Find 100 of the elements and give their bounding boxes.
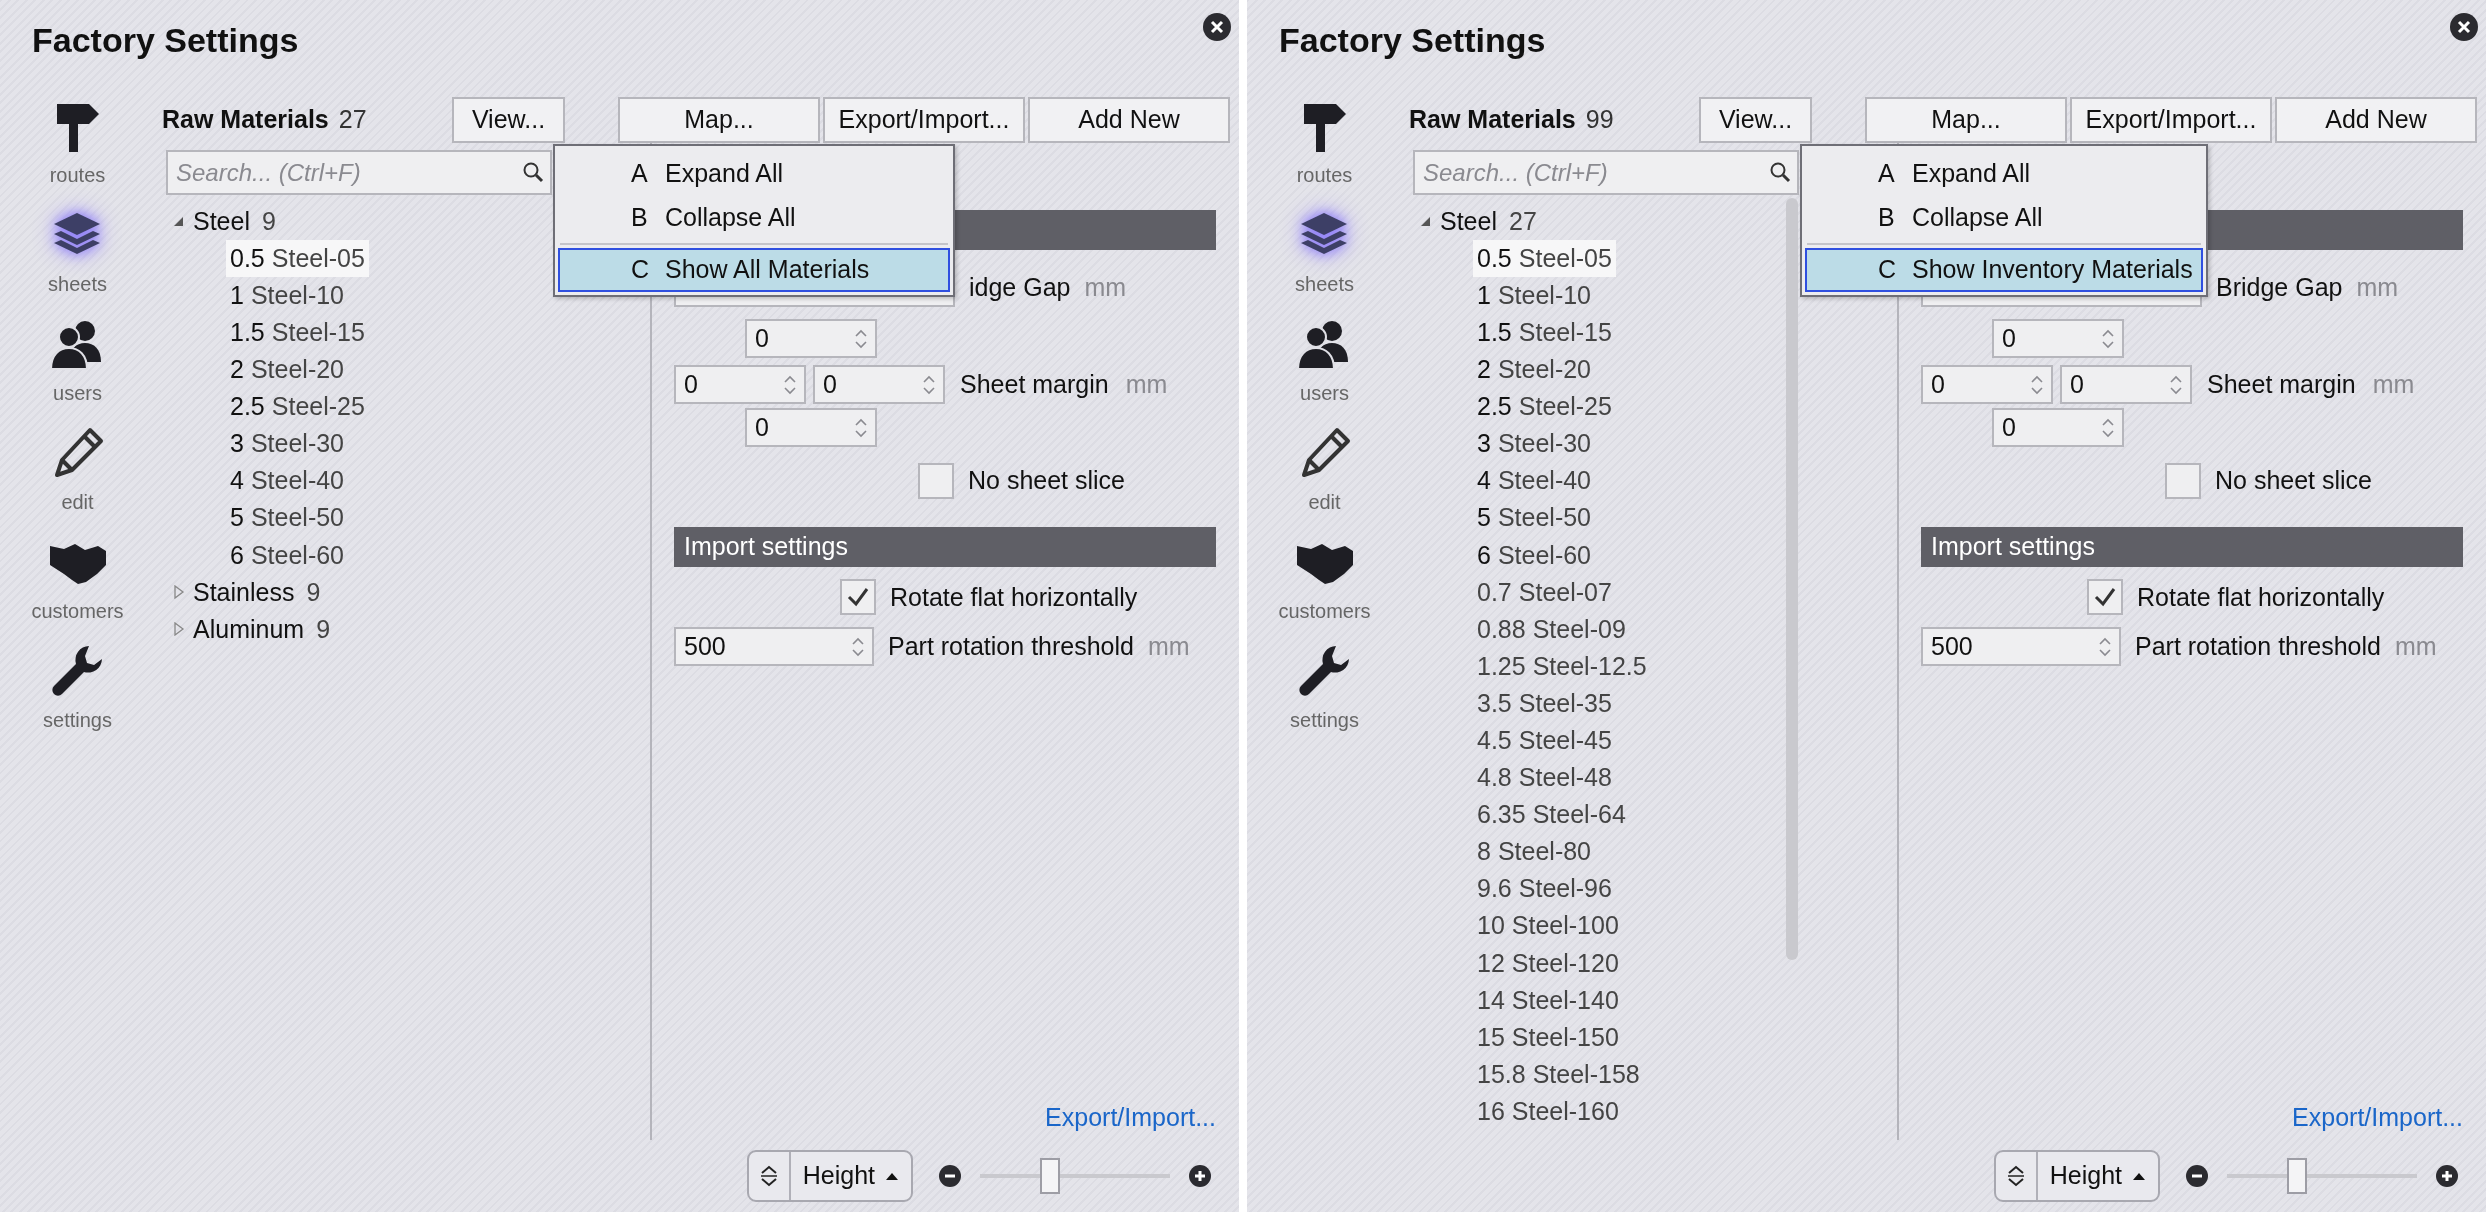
tree-item[interactable]: 16 Steel-160 (1473, 1093, 1623, 1131)
tree-item[interactable]: 3 Steel-30 (226, 425, 349, 463)
spin-arrows-icon[interactable] (2100, 327, 2116, 350)
menu-item[interactable]: C Show Inventory Materials (1805, 248, 2203, 292)
nav-item[interactable]: customers (1259, 534, 1390, 643)
number-spinner[interactable]: 500 (674, 627, 874, 666)
tree-item[interactable]: 1.5 Steel-15 (1473, 314, 1616, 352)
menu-item[interactable]: B Collapse All (1805, 196, 2203, 240)
nav-item[interactable]: routes (1259, 98, 1390, 207)
tree-item[interactable]: 4.8 Steel-48 (1473, 759, 1616, 797)
tree-item[interactable]: 0.88 Steel-09 (1473, 610, 1630, 648)
slider-thumb[interactable] (1039, 1158, 1060, 1194)
number-spinner[interactable]: 0 (1921, 365, 2053, 404)
zoom-in-icon[interactable] (2436, 1165, 2458, 1187)
export-import-link[interactable]: Export/Import... (1045, 1098, 1216, 1136)
tree-item[interactable]: 6 Steel-60 (226, 536, 349, 574)
tree-item[interactable]: 15 Steel-150 (1473, 1018, 1623, 1056)
nav-item[interactable]: sheets (12, 207, 143, 316)
sort-dropdown[interactable]: Height (746, 1150, 913, 1202)
tree-item[interactable]: 9.6 Steel-96 (1473, 870, 1616, 908)
menu-item[interactable]: A Expand All (558, 152, 950, 196)
tree-item[interactable]: 3.5 Steel-35 (1473, 685, 1616, 723)
checkbox[interactable] (918, 462, 954, 499)
close-icon[interactable] (2450, 13, 2478, 41)
menu-item[interactable]: C Show All Materials (558, 248, 950, 292)
number-spinner[interactable]: 0 (745, 408, 877, 447)
tree-item[interactable]: 5 Steel-50 (1473, 499, 1596, 537)
search-field[interactable]: Search... (Ctrl+F) (166, 150, 552, 195)
toolbar-button[interactable]: Add New (1028, 97, 1230, 143)
menu-item[interactable]: A Expand All (1805, 152, 2203, 196)
search-icon[interactable] (522, 161, 544, 183)
spin-arrows-icon[interactable] (850, 635, 866, 658)
number-spinner[interactable]: 0 (674, 365, 806, 404)
nav-item[interactable]: customers (12, 534, 143, 643)
tree-group[interactable]: Steel 27 (1409, 203, 1537, 240)
tree-item[interactable]: 8 Steel-80 (1473, 833, 1596, 871)
tree-item[interactable]: 6.35 Steel-64 (1473, 796, 1630, 834)
toolbar-button[interactable]: Add New (2275, 97, 2477, 143)
tree-item[interactable]: 5 Steel-50 (226, 499, 349, 537)
nav-item[interactable]: sheets (1259, 207, 1390, 316)
spin-arrows-icon[interactable] (921, 373, 937, 396)
tree-group[interactable]: Aluminum 9 (162, 610, 331, 648)
close-icon[interactable] (1203, 13, 1231, 41)
number-spinner[interactable]: 0 (2060, 365, 2192, 404)
tree-item[interactable]: 4.5 Steel-45 (1473, 722, 1616, 760)
tree-item[interactable]: 3 Steel-30 (1473, 425, 1596, 463)
tree-item[interactable]: 0.7 Steel-07 (1473, 573, 1616, 611)
tree-item[interactable]: 15.8 Steel-158 (1473, 1056, 1644, 1094)
number-spinner[interactable]: 0 (745, 319, 877, 358)
spin-arrows-icon[interactable] (782, 373, 798, 396)
tree-item[interactable]: 1 Steel-10 (226, 277, 349, 315)
spin-arrows-icon[interactable] (2168, 373, 2184, 396)
tree-item[interactable]: 4 Steel-40 (226, 462, 349, 500)
number-spinner[interactable]: 500 (1921, 627, 2121, 666)
tree-item[interactable]: 4 Steel-40 (1473, 462, 1596, 500)
tree-item[interactable]: 2 Steel-20 (1473, 351, 1596, 389)
toolbar-button[interactable]: Map... (1865, 97, 2067, 143)
spin-arrows-icon[interactable] (2100, 416, 2116, 439)
expanded-triangle-icon[interactable] (1419, 215, 1432, 228)
checkbox[interactable] (2165, 462, 2201, 499)
spin-arrows-icon[interactable] (853, 416, 869, 439)
spin-arrows-icon[interactable] (853, 327, 869, 350)
search-icon[interactable] (1769, 161, 1791, 183)
tree-item[interactable]: 1 Steel-10 (1473, 277, 1596, 315)
slider-thumb[interactable] (2286, 1158, 2307, 1194)
tree-item[interactable]: 14 Steel-140 (1473, 981, 1623, 1019)
nav-item[interactable]: users (1259, 316, 1390, 425)
checkbox[interactable] (2087, 579, 2123, 616)
number-spinner[interactable]: 0 (813, 365, 945, 404)
tree-item[interactable]: 2.5 Steel-25 (1473, 388, 1616, 426)
tree-item[interactable]: 1.5 Steel-15 (226, 314, 369, 352)
view-button[interactable]: View... (452, 97, 565, 143)
zoom-out-icon[interactable] (2186, 1165, 2208, 1187)
nav-item[interactable]: settings (1259, 643, 1390, 752)
nav-item[interactable]: users (12, 316, 143, 425)
menu-item[interactable]: B Collapse All (558, 196, 950, 240)
export-import-link[interactable]: Export/Import... (2292, 1098, 2463, 1136)
collapsed-triangle-icon[interactable] (172, 622, 185, 637)
toolbar-button[interactable]: Export/Import... (2070, 97, 2272, 143)
spin-arrows-icon[interactable] (2029, 373, 2045, 396)
nav-item[interactable]: settings (12, 643, 143, 752)
toolbar-button[interactable]: Map... (618, 97, 820, 143)
sort-dropdown[interactable]: Height (1993, 1150, 2160, 1202)
view-button[interactable]: View... (1699, 97, 1812, 143)
tree-item[interactable]: 6 Steel-60 (1473, 536, 1596, 574)
nav-item[interactable]: edit (12, 425, 143, 534)
nav-item[interactable]: edit (1259, 425, 1390, 534)
tree-item[interactable]: 12 Steel-120 (1473, 944, 1623, 982)
expanded-triangle-icon[interactable] (172, 215, 185, 228)
spin-arrows-icon[interactable] (2097, 635, 2113, 658)
toolbar-button[interactable]: Export/Import... (823, 97, 1025, 143)
tree-item[interactable]: 2.5 Steel-25 (226, 388, 369, 426)
search-field[interactable]: Search... (Ctrl+F) (1413, 150, 1799, 195)
tree-item[interactable]: 0.5 Steel-05 (226, 240, 369, 277)
collapsed-triangle-icon[interactable] (172, 585, 185, 600)
scrollbar-thumb[interactable] (1786, 198, 1798, 960)
zoom-out-icon[interactable] (939, 1165, 961, 1187)
tree-group[interactable]: Steel 9 (162, 203, 276, 240)
nav-item[interactable]: routes (12, 98, 143, 207)
tree-item[interactable]: 10 Steel-100 (1473, 907, 1623, 945)
